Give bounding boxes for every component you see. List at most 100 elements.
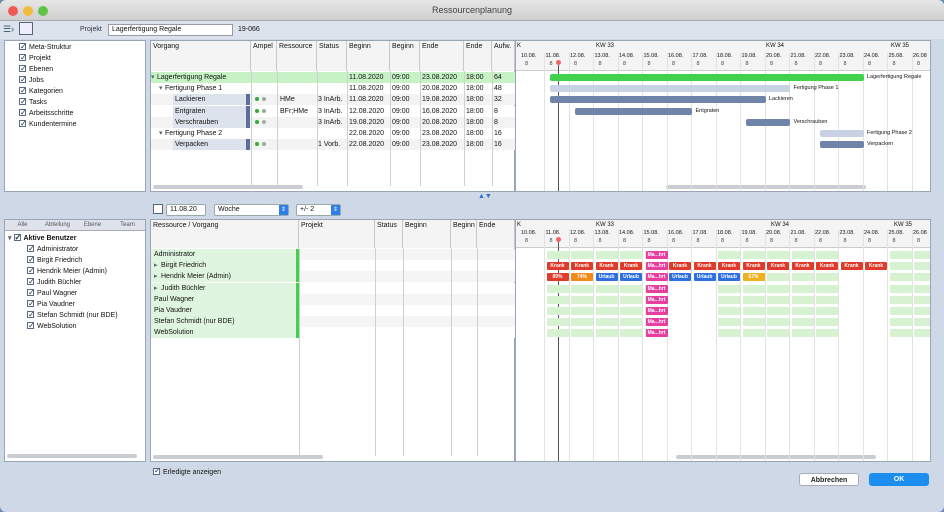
krank-chip[interactable]: Krank — [865, 262, 887, 271]
projekt-input[interactable]: Lagerfertigung Regale — [108, 24, 233, 36]
urlaub-chip[interactable]: Urlaub — [620, 273, 642, 282]
krank-chip[interactable]: Krank — [620, 262, 642, 271]
krank-chip[interactable]: Krank — [595, 262, 618, 271]
col-aufw[interactable]: Aufw. — [492, 41, 515, 71]
ma-chip[interactable]: Ma...hrt — [645, 251, 668, 259]
ma-chip[interactable]: Ma...hrt — [645, 318, 668, 327]
ok-button[interactable]: OK — [869, 473, 929, 486]
krank-chip[interactable]: Krank — [742, 262, 765, 271]
gantt-scrollbar[interactable] — [676, 455, 876, 459]
krank-chip[interactable]: Krank — [693, 262, 716, 271]
hour-tick: 8 — [917, 61, 921, 67]
workload-chip[interactable]: 89% — [546, 273, 569, 282]
gray-dot-icon — [262, 119, 266, 124]
col-ressource[interactable]: Ressource — [277, 41, 317, 71]
gantt-bar[interactable] — [550, 85, 791, 93]
availability-cell — [914, 318, 930, 327]
ma-chip[interactable]: Ma...hrt — [645, 329, 668, 338]
horizontal-scrollbar[interactable] — [153, 185, 303, 189]
krank-chip[interactable]: Krank — [718, 262, 740, 271]
col-ressource-vorgang[interactable]: Ressource / Vorgang — [151, 220, 299, 248]
krank-chip[interactable]: Krank — [767, 262, 789, 271]
user-item[interactable]: Stefan Schmidt (nur BDE) — [27, 309, 118, 321]
disclosure-triangle-icon[interactable]: ▾ — [149, 72, 155, 83]
tree-item[interactable]: Meta-Struktur — [19, 41, 71, 53]
disclosure-triangle-icon[interactable]: ▾ — [8, 235, 12, 242]
gantt-scrollbar[interactable] — [666, 185, 866, 189]
col-vorgang[interactable]: Vorgang — [151, 41, 251, 71]
hour-tick: 8 — [770, 61, 774, 67]
urlaub-chip[interactable]: Urlaub — [595, 273, 618, 282]
user-item[interactable]: WebSolution — [27, 320, 77, 332]
ma-chip[interactable]: Ma...hrt — [645, 284, 668, 293]
col-status[interactable]: Status — [375, 220, 403, 248]
tab-ebene[interactable]: Ebene — [75, 220, 110, 230]
col-status[interactable]: Status — [317, 41, 347, 71]
col-ende[interactable]: Ende — [477, 220, 515, 248]
sidebar-toggle-icon[interactable]: ☰› — [3, 24, 14, 35]
gantt-bar[interactable] — [550, 74, 864, 81]
range-select[interactable]: +/- 2 ⇕ — [296, 204, 341, 216]
urlaub-chip[interactable]: Urlaub — [669, 273, 691, 282]
hour-tick: 8 — [623, 61, 627, 67]
splitter-arrows-icon[interactable]: ▲▼ — [478, 193, 492, 200]
gantt-bar[interactable] — [574, 107, 693, 115]
ma-chip[interactable]: Ma...hrt — [645, 273, 668, 282]
gantt-bar[interactable] — [819, 130, 864, 137]
urlaub-chip[interactable]: Urlaub — [693, 273, 716, 282]
col-projekt[interactable]: Projekt — [299, 220, 375, 248]
krank-chip[interactable]: Krank — [840, 262, 863, 271]
resource-name: Administrator — [154, 251, 196, 258]
cancel-button[interactable]: Abbrechen — [799, 473, 859, 486]
krank-chip[interactable]: Krank — [546, 262, 569, 271]
date-tick: 10.08. — [521, 53, 537, 59]
tab-alle[interactable]: Alle — [5, 220, 40, 230]
calendar-icon[interactable] — [153, 204, 163, 214]
disclosure-triangle-icon[interactable]: ▸ — [152, 283, 158, 294]
tree-item[interactable]: Kundentermine — [19, 118, 76, 130]
urlaub-chip[interactable]: Urlaub — [718, 273, 740, 282]
col-beginn-time[interactable]: Beginn — [451, 220, 477, 248]
krank-chip[interactable]: Krank — [791, 262, 814, 271]
tab-abteilung[interactable]: Abteilung — [40, 220, 75, 230]
disclosure-triangle-icon[interactable]: ▾ — [157, 128, 163, 139]
user-item[interactable]: Judith Büchler — [27, 276, 81, 288]
users-root[interactable]: ▾ Aktive Benutzer — [8, 232, 77, 244]
ma-chip[interactable]: Ma...hrt — [645, 295, 668, 304]
user-item[interactable]: Birgit Friedrich — [27, 254, 82, 266]
disclosure-triangle-icon[interactable]: ▸ — [152, 260, 158, 271]
date-input[interactable]: 11.08.20 — [166, 204, 206, 216]
disclosure-triangle-icon[interactable]: ▸ — [152, 271, 158, 282]
krank-chip[interactable]: Krank — [571, 262, 593, 271]
erledigte-label: Erledigte anzeigen — [163, 469, 221, 476]
gantt-bar[interactable] — [550, 96, 766, 104]
gantt-bar[interactable] — [746, 118, 791, 126]
col-ende[interactable]: Ende — [420, 41, 464, 71]
printer-icon[interactable] — [19, 22, 33, 35]
users-scrollbar[interactable] — [7, 454, 137, 458]
gantt-bar[interactable] — [819, 141, 864, 149]
krank-chip[interactable]: Krank — [669, 262, 691, 271]
users-root-label: Aktive Benutzer — [23, 235, 77, 242]
col-beginn[interactable]: Beginn — [403, 220, 451, 248]
tree-item[interactable]: Arbeitsschritte — [19, 107, 73, 119]
beginn-cell: 11.08.2020 — [349, 96, 384, 104]
view-select[interactable]: Woche ⇕ — [214, 204, 289, 216]
horizontal-scrollbar[interactable] — [153, 455, 323, 459]
col-beginn-time[interactable]: Beginn — [390, 41, 420, 71]
user-item[interactable]: Hendrik Meier (Admin) — [27, 265, 107, 277]
disclosure-triangle-icon[interactable]: ▾ — [157, 83, 163, 94]
workload-chip[interactable]: 74% — [571, 273, 593, 282]
col-ampel[interactable]: Ampel — [251, 41, 277, 71]
col-ende-time[interactable]: Ende — [464, 41, 492, 71]
ma-chip[interactable]: Ma...hrt — [645, 262, 668, 271]
date-tick: 16.08. — [668, 53, 684, 59]
ma-chip[interactable]: Ma...hrt — [645, 307, 668, 315]
col-beginn[interactable]: Beginn — [347, 41, 390, 71]
erledigte-checkbox[interactable]: Erledigte anzeigen — [153, 466, 221, 476]
tab-team[interactable]: Team — [110, 220, 145, 230]
krank-chip[interactable]: Krank — [816, 262, 838, 271]
workload-chip[interactable]: 67% — [742, 273, 765, 282]
day-divider — [862, 230, 864, 461]
availability-cell — [620, 318, 642, 327]
